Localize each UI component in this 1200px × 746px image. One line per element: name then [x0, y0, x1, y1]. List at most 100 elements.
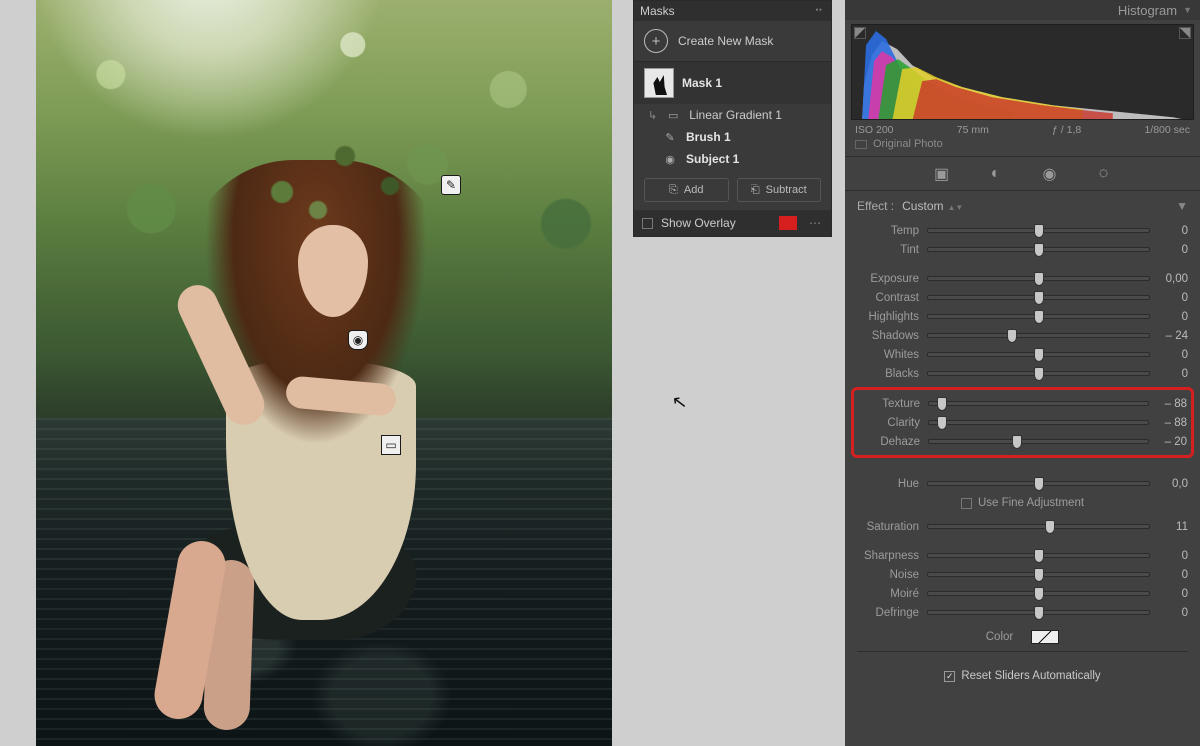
crop-tool-icon[interactable]: ▣	[932, 164, 952, 184]
slider-knob[interactable]	[1012, 435, 1022, 449]
subtract-button[interactable]: ⎗ Subtract	[737, 178, 822, 202]
slider-knob[interactable]	[1034, 606, 1044, 620]
photo-canvas[interactable]: ✎ ◉ ▭	[36, 0, 612, 746]
mask-component-subject[interactable]: ◉ Subject 1	[634, 148, 831, 170]
create-mask-button[interactable]: + Create New Mask	[634, 21, 831, 62]
slider-value[interactable]: 0,00	[1158, 273, 1188, 285]
panel-disclose-icon[interactable]: ▼	[1176, 199, 1188, 213]
slider-value[interactable]: – 20	[1157, 436, 1187, 448]
slider-track[interactable]	[927, 481, 1150, 486]
slider-knob[interactable]	[1045, 520, 1055, 534]
slider-value[interactable]: 0	[1158, 550, 1188, 562]
slider-knob[interactable]	[1034, 310, 1044, 324]
slider-hue[interactable]: Hue 0,0	[857, 474, 1188, 493]
slider-clarity[interactable]: Clarity– 88	[858, 413, 1187, 432]
slider-value[interactable]: 0	[1158, 368, 1188, 380]
slider-track[interactable]	[927, 610, 1150, 615]
slider-track[interactable]	[928, 401, 1149, 406]
brush-icon: ✎	[662, 130, 678, 144]
color-swatch[interactable]	[1031, 630, 1059, 644]
slider-knob[interactable]	[1034, 568, 1044, 582]
mask-pin-gradient-icon[interactable]: ▭	[381, 435, 401, 455]
slider-knob[interactable]	[1007, 329, 1017, 343]
slider-value[interactable]: 0	[1158, 349, 1188, 361]
slider-value[interactable]: 0,0	[1158, 478, 1188, 490]
slider-track[interactable]	[927, 314, 1150, 319]
slider-track[interactable]	[927, 333, 1150, 338]
slider-saturation[interactable]: Saturation 11	[857, 517, 1188, 536]
slider-track[interactable]	[927, 228, 1150, 233]
slider-value[interactable]: 0	[1158, 311, 1188, 323]
slider-track[interactable]	[927, 276, 1150, 281]
effect-label: Effect :	[857, 199, 894, 213]
heal-tool-icon[interactable]: ◐	[986, 165, 1006, 183]
overlay-menu-icon[interactable]: ⋯	[805, 216, 823, 230]
mask-component-gradient[interactable]: ↳ ▭ Linear Gradient 1	[634, 104, 831, 126]
slider-tint[interactable]: Tint0	[857, 240, 1188, 259]
slider-track[interactable]	[928, 420, 1149, 425]
slider-whites[interactable]: Whites0	[857, 345, 1188, 364]
slider-value[interactable]: 0	[1158, 292, 1188, 304]
show-overlay-checkbox[interactable]	[642, 218, 653, 229]
slider-knob[interactable]	[1034, 272, 1044, 286]
slider-track[interactable]	[927, 371, 1150, 376]
slider-contrast[interactable]: Contrast0	[857, 288, 1188, 307]
histogram[interactable]	[851, 24, 1194, 120]
slider-track[interactable]	[927, 524, 1150, 529]
add-button[interactable]: ⎘ Add	[644, 178, 729, 202]
mask-pin-subject-icon[interactable]: ◉	[348, 330, 368, 350]
reset-checkbox[interactable]	[944, 671, 955, 682]
masks-panel-header[interactable]: Masks ⠒	[634, 1, 831, 21]
slider-track[interactable]	[927, 591, 1150, 596]
slider-sharpness[interactable]: Sharpness0	[857, 546, 1188, 565]
slider-knob[interactable]	[1034, 291, 1044, 305]
overlay-color-swatch[interactable]	[779, 216, 797, 230]
slider-value[interactable]: – 88	[1157, 398, 1187, 410]
effect-preset-dropdown[interactable]: Custom▲▼	[902, 199, 965, 213]
slider-knob[interactable]	[1034, 477, 1044, 491]
slider-knob[interactable]	[1034, 243, 1044, 257]
slider-value[interactable]: 0	[1158, 225, 1188, 237]
slider-value[interactable]: 11	[1158, 521, 1188, 533]
mask-component-brush[interactable]: ✎ Brush 1	[634, 126, 831, 148]
slider-track[interactable]	[927, 247, 1150, 252]
slider-track[interactable]	[928, 439, 1149, 444]
slider-shadows[interactable]: Shadows– 24	[857, 326, 1188, 345]
mask-item[interactable]: Mask 1	[634, 62, 831, 104]
slider-track[interactable]	[927, 352, 1150, 357]
histogram-header[interactable]: Histogram ▼	[845, 0, 1200, 20]
slider-moire[interactable]: Moiré0	[857, 584, 1188, 603]
slider-knob[interactable]	[937, 416, 947, 430]
slider-temp[interactable]: Temp0	[857, 221, 1188, 240]
redeye-tool-icon[interactable]: ◉	[1040, 164, 1060, 184]
slider-texture[interactable]: Texture– 88	[858, 394, 1187, 413]
slider-knob[interactable]	[1034, 224, 1044, 238]
slider-value[interactable]: 0	[1158, 607, 1188, 619]
slider-value[interactable]: 0	[1158, 588, 1188, 600]
usefine-checkbox[interactable]	[961, 498, 972, 509]
slider-blacks[interactable]: Blacks0	[857, 364, 1188, 383]
exif-iso: ISO 200	[855, 124, 894, 136]
original-photo-toggle[interactable]	[855, 140, 867, 149]
mask-pin-brush-icon[interactable]: ✎	[441, 175, 461, 195]
slider-track[interactable]	[927, 553, 1150, 558]
panel-menu-icon[interactable]: ⠒	[814, 4, 825, 18]
slider-noise[interactable]: Noise0	[857, 565, 1188, 584]
slider-knob[interactable]	[1034, 549, 1044, 563]
slider-track[interactable]	[927, 295, 1150, 300]
slider-knob[interactable]	[1034, 367, 1044, 381]
slider-exposure[interactable]: Exposure0,00	[857, 269, 1188, 288]
disclose-icon[interactable]: ▼	[1183, 5, 1192, 15]
slider-track[interactable]	[927, 572, 1150, 577]
slider-knob[interactable]	[937, 397, 947, 411]
slider-value[interactable]: – 24	[1158, 330, 1188, 342]
mask-tool-icon[interactable]: ◌	[1094, 165, 1114, 183]
slider-knob[interactable]	[1034, 587, 1044, 601]
slider-value[interactable]: 0	[1158, 569, 1188, 581]
slider-highlights[interactable]: Highlights0	[857, 307, 1188, 326]
slider-dehaze[interactable]: Dehaze– 20	[858, 432, 1187, 451]
slider-value[interactable]: – 88	[1157, 417, 1187, 429]
slider-knob[interactable]	[1034, 348, 1044, 362]
slider-defringe[interactable]: Defringe0	[857, 603, 1188, 622]
slider-value[interactable]: 0	[1158, 244, 1188, 256]
